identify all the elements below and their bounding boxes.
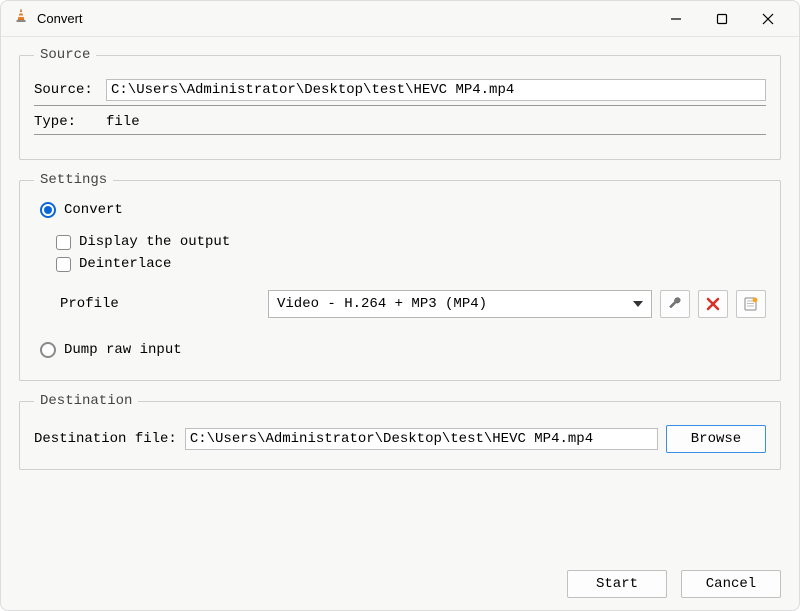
source-input[interactable] <box>106 79 766 101</box>
source-group: Source Source: Type: file <box>19 47 781 160</box>
close-button[interactable] <box>745 3 791 35</box>
delete-icon <box>705 296 721 312</box>
destination-input[interactable] <box>185 428 658 450</box>
display-output-label: Display the output <box>79 234 230 250</box>
edit-profile-button[interactable] <box>660 290 690 318</box>
dialog-footer: Start Cancel <box>1 564 799 610</box>
browse-button[interactable]: Browse <box>666 425 766 453</box>
source-label: Source: <box>34 82 106 98</box>
start-button[interactable]: Start <box>567 570 667 598</box>
deinterlace-checkbox[interactable] <box>56 257 71 272</box>
convert-radio-label: Convert <box>64 202 123 218</box>
window-title: Convert <box>37 11 83 26</box>
maximize-button[interactable] <box>699 3 745 35</box>
destination-group: Destination Destination file: Browse <box>19 393 781 470</box>
start-button-label: Start <box>596 576 638 592</box>
destination-legend: Destination <box>34 393 138 409</box>
settings-legend: Settings <box>34 172 113 188</box>
type-value: file <box>106 114 140 130</box>
vlc-icon <box>13 8 29 29</box>
new-profile-button[interactable] <box>736 290 766 318</box>
titlebar: Convert <box>1 1 799 37</box>
settings-group: Settings Convert Display the output Dein… <box>19 172 781 381</box>
display-output-checkbox[interactable] <box>56 235 71 250</box>
minimize-button[interactable] <box>653 3 699 35</box>
deinterlace-row[interactable]: Deinterlace <box>56 256 766 272</box>
cancel-button-label: Cancel <box>706 576 756 592</box>
profile-label: Profile <box>34 296 260 312</box>
new-profile-icon <box>743 296 759 312</box>
source-legend: Source <box>34 47 96 63</box>
deinterlace-label: Deinterlace <box>79 256 171 272</box>
dialog-content: Source Source: Type: file Settings Conve… <box>1 37 799 564</box>
dump-radio[interactable] <box>40 342 56 358</box>
delete-profile-button[interactable] <box>698 290 728 318</box>
destination-label: Destination file: <box>34 431 177 447</box>
wrench-icon <box>667 296 683 312</box>
convert-radio-row[interactable]: Convert <box>40 202 766 218</box>
dump-radio-label: Dump raw input <box>64 342 182 358</box>
profile-select-value: Video - H.264 + MP3 (MP4) <box>277 296 487 312</box>
convert-radio[interactable] <box>40 202 56 218</box>
type-label: Type: <box>34 114 106 130</box>
browse-button-label: Browse <box>691 431 741 447</box>
profile-select[interactable]: Video - H.264 + MP3 (MP4) <box>268 290 652 318</box>
window-controls <box>653 3 791 35</box>
profile-row: Profile Video - H.264 + MP3 (MP4) <box>34 290 766 318</box>
display-output-row[interactable]: Display the output <box>56 234 766 250</box>
chevron-down-icon <box>633 301 643 307</box>
dump-radio-row[interactable]: Dump raw input <box>40 342 766 358</box>
convert-dialog: Convert Source Source: Type: file <box>0 0 800 611</box>
cancel-button[interactable]: Cancel <box>681 570 781 598</box>
